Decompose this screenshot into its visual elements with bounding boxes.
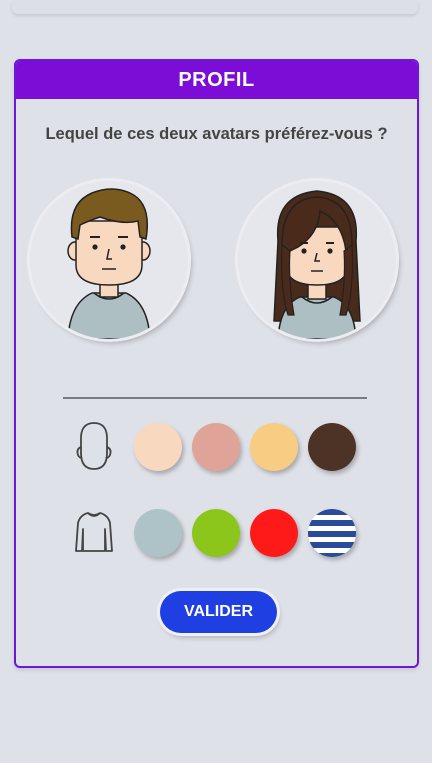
avatar-option-boy[interactable] [30, 181, 188, 339]
boy-avatar-icon [67, 188, 151, 339]
sweater-outline-icon [70, 507, 118, 561]
top-panel-edge [12, 0, 418, 14]
skin-color-swatch-2[interactable] [192, 423, 240, 471]
card-header: PROFIL [16, 61, 417, 99]
girl-avatar-icon [273, 190, 361, 339]
page-title: PROFIL [178, 68, 255, 91]
profile-card: PROFIL Lequel de ces deux avatars préfér… [14, 59, 419, 668]
shirt-color-swatch-2[interactable] [192, 509, 240, 557]
shirt-color-swatch-4[interactable] [308, 509, 356, 557]
avatar-option-girl[interactable] [238, 181, 396, 339]
skin-color-swatch-4[interactable] [308, 423, 356, 471]
shirt-color-swatch-1[interactable] [134, 509, 182, 557]
shirt-color-swatch-3[interactable] [250, 509, 298, 557]
validate-button[interactable]: VALIDER [160, 591, 277, 633]
divider [63, 397, 367, 399]
skin-color-swatch-3[interactable] [250, 423, 298, 471]
avatar-question: Lequel de ces deux avatars préférez-vous… [45, 125, 388, 143]
skin-color-swatch-1[interactable] [134, 423, 182, 471]
head-outline-icon [70, 419, 118, 473]
